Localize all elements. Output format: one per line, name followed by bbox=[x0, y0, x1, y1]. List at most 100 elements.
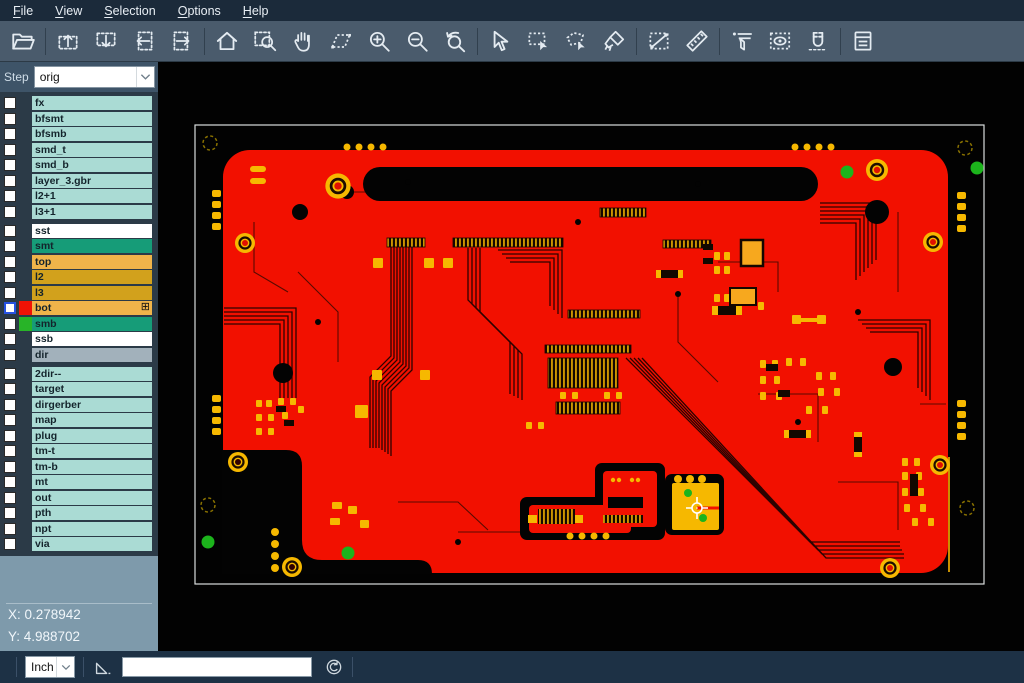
layer-checkbox[interactable] bbox=[4, 492, 16, 504]
layer-checkbox[interactable] bbox=[4, 523, 16, 535]
layer-row-tm-t[interactable]: tm-t bbox=[0, 444, 158, 458]
layer-label[interactable]: layer_3.gbr bbox=[32, 174, 152, 188]
measure-ruler-icon[interactable] bbox=[678, 23, 716, 59]
layer-color-swatch[interactable] bbox=[19, 332, 32, 346]
layer-row-layer_3.gbr[interactable]: layer_3.gbr bbox=[0, 174, 158, 188]
layer-checkbox[interactable] bbox=[4, 445, 16, 457]
layer-label[interactable]: ssb bbox=[32, 332, 152, 346]
layer-checkbox[interactable] bbox=[4, 240, 16, 252]
layer-color-swatch[interactable] bbox=[19, 158, 32, 172]
layer-color-swatch[interactable] bbox=[19, 398, 32, 412]
menu-selection[interactable]: Selection bbox=[93, 0, 166, 21]
select-arrow-icon[interactable] bbox=[481, 23, 519, 59]
layer-color-swatch[interactable] bbox=[19, 96, 32, 110]
layer-color-swatch[interactable] bbox=[19, 286, 32, 300]
layer-label[interactable]: tm-t bbox=[32, 444, 152, 458]
layer-row-2dir--[interactable]: 2dir-- bbox=[0, 367, 158, 381]
layer-checkbox[interactable] bbox=[4, 349, 16, 361]
layer-label[interactable]: tm-b bbox=[32, 460, 152, 474]
layer-label[interactable]: via bbox=[32, 537, 152, 551]
layer-row-top[interactable]: top bbox=[0, 255, 158, 269]
grid-icon[interactable]: ⊞ bbox=[141, 301, 150, 314]
open-folder-icon[interactable] bbox=[4, 23, 42, 59]
layer-label[interactable]: mt bbox=[32, 475, 152, 489]
layer-row-fx[interactable]: fx bbox=[0, 96, 158, 110]
layer-label[interactable]: smd_t bbox=[32, 143, 152, 157]
layer-checkbox[interactable] bbox=[4, 430, 16, 442]
layer-checkbox[interactable] bbox=[4, 144, 16, 156]
select-polygon-icon[interactable] bbox=[557, 23, 595, 59]
clear-brush-icon[interactable] bbox=[595, 23, 633, 59]
layer-row-smd_t[interactable]: smd_t bbox=[0, 143, 158, 157]
layer-color-swatch[interactable] bbox=[19, 270, 32, 284]
layer-checkbox[interactable] bbox=[4, 461, 16, 473]
layer-color-swatch[interactable] bbox=[19, 205, 32, 219]
layer-color-swatch[interactable] bbox=[19, 382, 32, 396]
layer-color-swatch[interactable] bbox=[19, 506, 32, 520]
layer-label[interactable]: 2dir-- bbox=[32, 367, 152, 381]
layer-color-swatch[interactable] bbox=[19, 413, 32, 427]
layer-label[interactable]: dir bbox=[32, 348, 152, 362]
layer-color-swatch[interactable] bbox=[19, 367, 32, 381]
layer-color-swatch[interactable] bbox=[19, 112, 32, 126]
layer-row-plug[interactable]: plug bbox=[0, 429, 158, 443]
zoom-in-icon[interactable] bbox=[360, 23, 398, 59]
import-right-icon[interactable] bbox=[163, 23, 201, 59]
layer-label[interactable]: map bbox=[32, 413, 152, 427]
layer-label[interactable]: bot⊞ bbox=[32, 301, 152, 315]
view-area-icon[interactable] bbox=[761, 23, 799, 59]
layer-checkbox[interactable] bbox=[4, 128, 16, 140]
layer-color-swatch[interactable] bbox=[19, 317, 32, 331]
layer-checkbox[interactable] bbox=[4, 302, 16, 314]
layer-label[interactable]: l3+1 bbox=[32, 205, 152, 219]
zoom-home-icon[interactable] bbox=[208, 23, 246, 59]
zoom-area-icon[interactable] bbox=[246, 23, 284, 59]
snap-magnet-icon[interactable] bbox=[799, 23, 837, 59]
layer-color-swatch[interactable] bbox=[19, 429, 32, 443]
import-top-icon[interactable] bbox=[49, 23, 87, 59]
layer-row-l2+1[interactable]: l2+1 bbox=[0, 189, 158, 203]
pan-hand-icon[interactable] bbox=[284, 23, 322, 59]
layer-checkbox[interactable] bbox=[4, 333, 16, 345]
layer-checkbox[interactable] bbox=[4, 287, 16, 299]
corner-angle-icon[interactable] bbox=[92, 656, 114, 678]
layer-label[interactable]: target bbox=[32, 382, 152, 396]
chevron-down-icon[interactable] bbox=[136, 67, 154, 87]
layer-color-swatch[interactable] bbox=[19, 255, 32, 269]
layer-checkbox[interactable] bbox=[4, 225, 16, 237]
layer-row-mt[interactable]: mt bbox=[0, 475, 158, 489]
layer-label[interactable]: smb bbox=[32, 317, 152, 331]
layers-panel-icon[interactable] bbox=[844, 23, 882, 59]
command-input[interactable] bbox=[122, 657, 312, 677]
layer-color-swatch[interactable] bbox=[19, 460, 32, 474]
layer-checkbox[interactable] bbox=[4, 507, 16, 519]
layer-label[interactable]: pth bbox=[32, 506, 152, 520]
layer-label[interactable]: npt bbox=[32, 522, 152, 536]
step-select[interactable]: orig bbox=[34, 66, 155, 88]
layer-checkbox[interactable] bbox=[4, 414, 16, 426]
layer-label[interactable]: l2 bbox=[32, 270, 152, 284]
layer-color-swatch[interactable] bbox=[19, 537, 32, 551]
layer-color-swatch[interactable] bbox=[19, 475, 32, 489]
layer-row-bot[interactable]: bot⊞ bbox=[0, 301, 158, 315]
layer-row-via[interactable]: via bbox=[0, 537, 158, 551]
import-bottom-icon[interactable] bbox=[87, 23, 125, 59]
layer-color-swatch[interactable] bbox=[19, 522, 32, 536]
layer-label[interactable]: top bbox=[32, 255, 152, 269]
layer-row-bfsmt[interactable]: bfsmt bbox=[0, 112, 158, 126]
menu-file[interactable]: File bbox=[2, 0, 44, 21]
layer-checkbox[interactable] bbox=[4, 538, 16, 550]
layer-color-swatch[interactable] bbox=[19, 143, 32, 157]
menu-view[interactable]: View bbox=[44, 0, 93, 21]
layer-checkbox[interactable] bbox=[4, 206, 16, 218]
layer-label[interactable]: dirgerber bbox=[32, 398, 152, 412]
layer-row-dirgerber[interactable]: dirgerber bbox=[0, 398, 158, 412]
layer-row-pth[interactable]: pth bbox=[0, 506, 158, 520]
layer-color-swatch[interactable] bbox=[19, 224, 32, 238]
layer-row-smt[interactable]: smt bbox=[0, 239, 158, 253]
zoom-dynamic-icon[interactable] bbox=[322, 23, 360, 59]
layer-row-npt[interactable]: npt bbox=[0, 522, 158, 536]
layer-row-sst[interactable]: sst bbox=[0, 224, 158, 238]
layer-checkbox[interactable] bbox=[4, 368, 16, 380]
layer-label[interactable]: sst bbox=[32, 224, 152, 238]
